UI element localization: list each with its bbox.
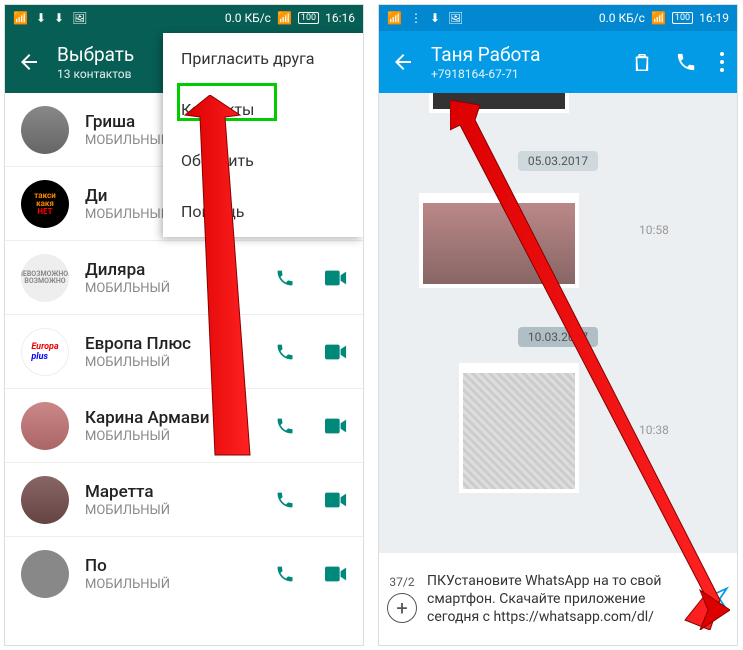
contact-name: По (85, 556, 275, 576)
delete-icon[interactable] (631, 51, 653, 73)
header-title: Таня Работа (431, 43, 631, 66)
more-icon[interactable] (719, 51, 725, 73)
signal-icon: 📶 (387, 11, 402, 25)
call-icon[interactable] (675, 51, 697, 73)
header: Таня Работа +7918164-67-71 (379, 31, 737, 93)
avatar: НЕВОЗМОЖНОЕВОЗМОЖНО (21, 254, 69, 302)
more-icon: ⋮ (410, 11, 422, 25)
wifi-icon: 📶 (277, 11, 292, 25)
avatar (21, 106, 69, 154)
battery-icon: 100 (298, 12, 319, 24)
download-icon: ⬇ (54, 11, 64, 25)
status-left: 📶 ⋮ ⬇ 🖼 (387, 11, 463, 25)
download-icon: ⬇ (36, 11, 46, 25)
contact-sub: МОБИЛЬНЫЙ (85, 503, 275, 518)
contact-sub: МОБИЛЬНЫЙ (85, 577, 275, 592)
battery-icon: 100 (672, 12, 693, 24)
header-phone: +7918164-67-71 (431, 67, 631, 81)
video-icon[interactable] (325, 492, 347, 508)
call-icon[interactable] (275, 416, 295, 436)
status-right: 0.0 КБ/с 📶 100 16:19 (599, 11, 729, 25)
contact-name: Маретта (85, 482, 275, 502)
menu-invite[interactable]: Пригласить друга (163, 33, 363, 84)
contact-row[interactable]: МареттаМОБИЛЬНЫЙ (5, 463, 363, 537)
download-icon: ⬇ (430, 11, 440, 25)
video-icon[interactable] (325, 270, 347, 286)
call-icon[interactable] (275, 342, 295, 362)
call-icon[interactable] (275, 564, 295, 584)
call-icon[interactable] (275, 490, 295, 510)
net-speed: 0.0 КБ/с (599, 11, 645, 25)
image-icon: 🖼 (448, 11, 463, 25)
signal-icon: 📶 (13, 11, 28, 25)
annotation-arrow (140, 95, 260, 465)
header-titles: Таня Работа +7918164-67-71 (431, 43, 631, 81)
net-speed: 0.0 КБ/с (225, 11, 271, 25)
annotation-arrow (450, 100, 730, 630)
status-left: 📶 ⬇ ⬇ 🖼 (13, 11, 87, 25)
status-bar: 📶 ⬇ ⬇ 🖼 0.0 КБ/с 📶 100 16:16 (5, 5, 363, 31)
avatar (21, 550, 69, 598)
avatar (21, 402, 69, 450)
back-arrow-icon[interactable] (391, 50, 415, 74)
wifi-icon: 📶 (651, 11, 666, 25)
video-icon[interactable] (325, 418, 347, 434)
call-icon[interactable] (275, 268, 295, 288)
clock: 16:16 (325, 11, 355, 25)
status-bar: 📶 ⋮ ⬇ 🖼 0.0 КБ/с 📶 100 16:19 (379, 5, 737, 31)
clock: 16:19 (699, 11, 729, 25)
image-icon: 🖼 (72, 11, 87, 25)
avatar: таксикакяНЕТ (21, 180, 69, 228)
back-arrow-icon[interactable] (17, 50, 41, 74)
avatar: Europaplus (21, 328, 69, 376)
attach-button[interactable]: + (387, 593, 417, 623)
video-icon[interactable] (325, 344, 347, 360)
video-icon[interactable] (325, 566, 347, 582)
status-right: 0.0 КБ/с 📶 100 16:16 (225, 11, 355, 25)
contact-row[interactable]: ПоМОБИЛЬНЫЙ (5, 537, 363, 611)
avatar (21, 476, 69, 524)
char-count: 37/2 (389, 575, 414, 589)
